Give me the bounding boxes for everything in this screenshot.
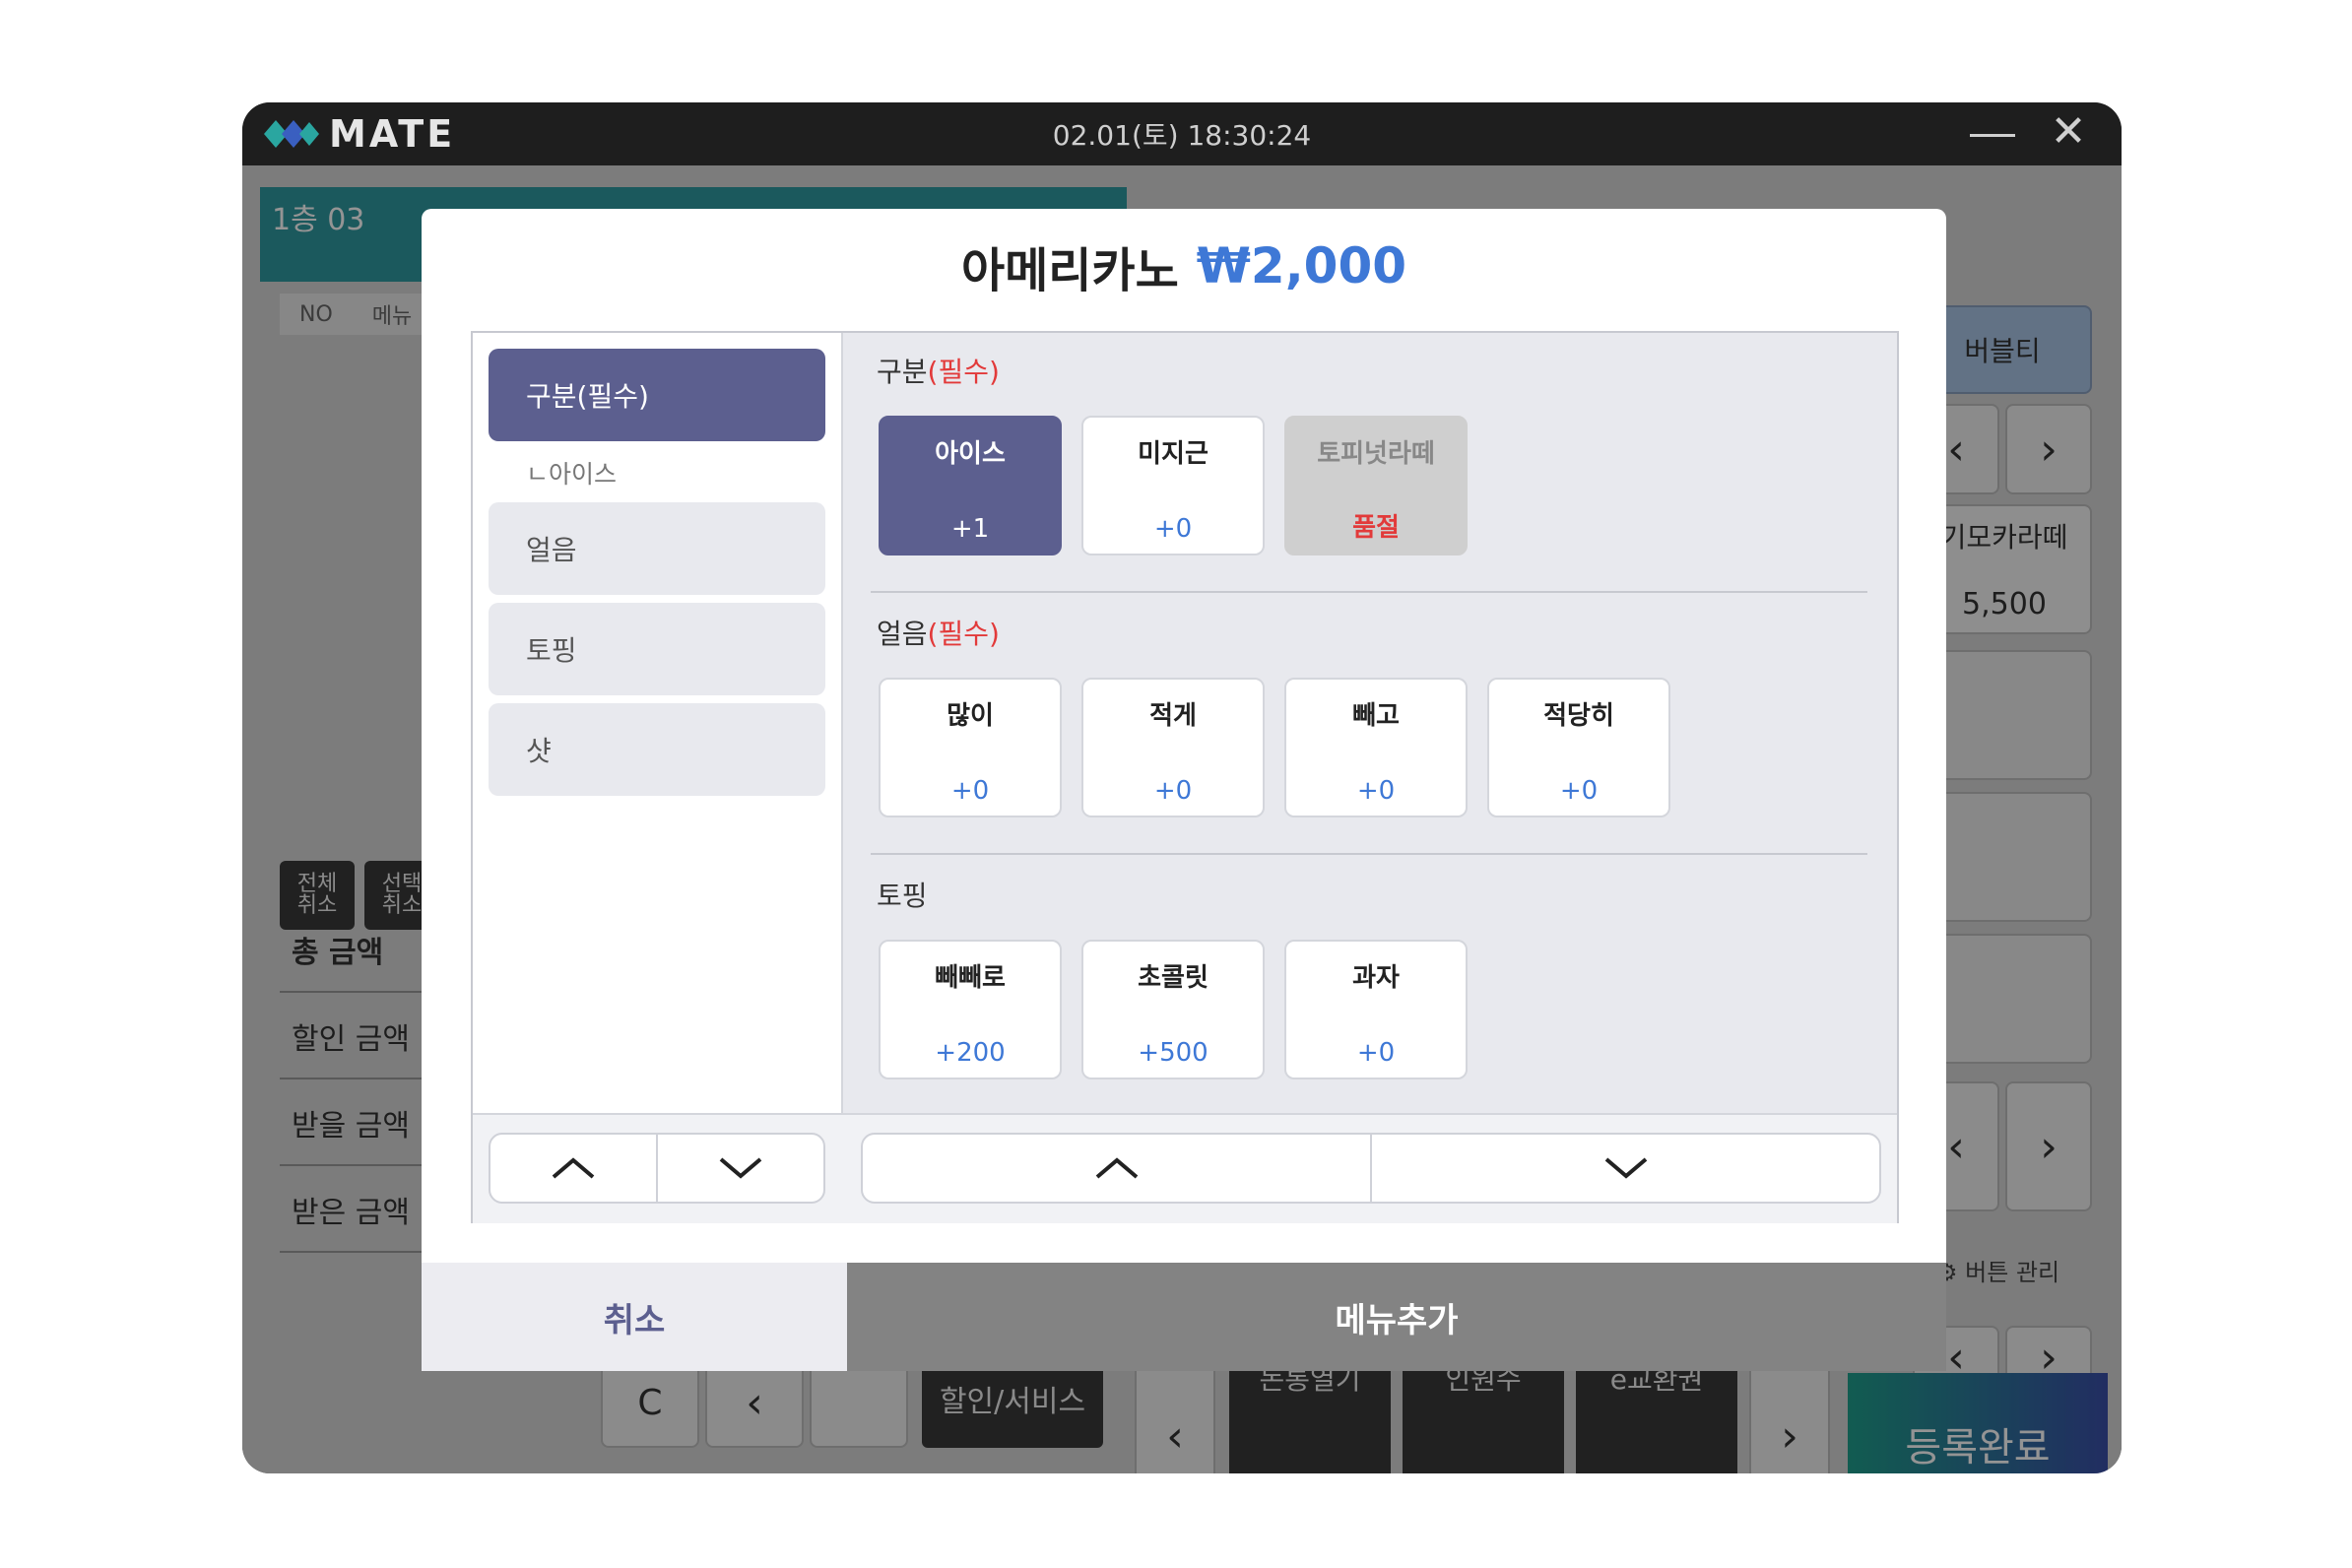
option-less[interactable]: 적게 +0 (1081, 678, 1265, 817)
modal-title: 아메리카노 ₩2,000 (422, 227, 1946, 305)
required-mark: (필수) (927, 356, 1000, 388)
category-sub-selection: ㄴ아이스 (526, 460, 618, 489)
minimize-button[interactable] (1970, 116, 2015, 152)
option-snack[interactable]: 과자 +0 (1284, 940, 1468, 1079)
soldout-badge: 품절 (1352, 513, 1400, 543)
category-item-type[interactable]: 구분(필수) (489, 349, 825, 441)
category-item-shot[interactable]: 샷 (489, 703, 825, 796)
option-scroll-up-button[interactable] (863, 1135, 1370, 1202)
menu-name: 아메리카노 (960, 243, 1179, 298)
option-name: 토피넛라떼 (1317, 439, 1435, 469)
option-scroll-controls (861, 1133, 1881, 1204)
option-price: +0 (950, 776, 990, 806)
title-bar: MATE 02.01(토) 18:30:24 ✕ (242, 102, 2122, 165)
option-name: 초콜릿 (1138, 963, 1209, 993)
option-scroll-down-button[interactable] (1370, 1135, 1879, 1202)
category-scroll-controls (489, 1133, 825, 1204)
chevron-down-icon (719, 1157, 762, 1179)
option-name: 적게 (1149, 701, 1197, 731)
option-none[interactable]: 빼고 +0 (1284, 678, 1468, 817)
option-moderate[interactable]: 적당히 +0 (1487, 678, 1670, 817)
option-price: +0 (1153, 514, 1193, 544)
menu-price: ₩2,000 (1196, 237, 1407, 294)
option-price: +1 (950, 514, 990, 544)
option-name: 많이 (947, 701, 994, 731)
option-name: 빼고 (1352, 701, 1400, 731)
option-area: 구분(필수) 아이스 +1 미지근 +0 토피넛라떼 품절 얼음(필수) 많이 … (843, 333, 1897, 1113)
option-ice[interactable]: 아이스 +1 (879, 416, 1062, 555)
chevron-up-icon (1095, 1157, 1138, 1179)
clock-display: 02.01(토) 18:30:24 (1052, 119, 1312, 152)
option-much[interactable]: 많이 +0 (879, 678, 1062, 817)
option-price: +0 (1153, 776, 1193, 806)
option-name: 적당히 (1543, 701, 1614, 731)
option-price: +0 (1356, 1038, 1396, 1068)
category-scroll-down-button[interactable] (656, 1135, 823, 1202)
chevron-down-icon (1604, 1157, 1647, 1179)
group-label-ice: 얼음(필수) (877, 613, 1000, 652)
group-type-title: 구분 (877, 356, 928, 388)
option-name: 미지근 (1138, 439, 1209, 469)
option-pepero[interactable]: 빼빼로 +200 (879, 940, 1062, 1079)
group-label-topping: 토핑 (877, 875, 928, 914)
category-scroll-up-button[interactable] (490, 1135, 656, 1202)
close-window-button[interactable]: ✕ (2047, 110, 2090, 154)
category-item-topping[interactable]: 토핑 (489, 603, 825, 695)
option-toffeenut-latte: 토피넛라떼 품절 (1284, 416, 1468, 555)
option-name: 아이스 (935, 439, 1006, 469)
option-price: +0 (1356, 776, 1396, 806)
group-topping-title: 토핑 (877, 880, 928, 912)
modal-body: 구분(필수) ㄴ아이스 얼음 토핑 샷 구분(필수) 아이스 +1 미지근 +0… (471, 331, 1899, 1223)
scroll-navigation (473, 1113, 1897, 1223)
option-name: 과자 (1352, 963, 1400, 993)
category-item-ice[interactable]: 얼음 (489, 502, 825, 595)
group-ice-title: 얼음 (877, 618, 928, 650)
option-chocolate[interactable]: 초콜릿 +500 (1081, 940, 1265, 1079)
group-label-type: 구분(필수) (877, 351, 1000, 390)
option-category-list: 구분(필수) ㄴ아이스 얼음 토핑 샷 (473, 333, 843, 1113)
option-lukewarm[interactable]: 미지근 +0 (1081, 416, 1265, 555)
option-modal: 아메리카노 ₩2,000 구분(필수) ㄴ아이스 얼음 토핑 샷 구분(필수) … (422, 209, 1946, 1371)
group-divider (871, 853, 1867, 855)
option-price: +500 (1138, 1038, 1209, 1068)
required-mark: (필수) (927, 618, 1000, 650)
option-name: 빼빼로 (935, 963, 1006, 993)
add-menu-button[interactable]: 메뉴추가 (847, 1263, 1946, 1371)
option-price: +0 (1559, 776, 1599, 806)
cancel-button[interactable]: 취소 (422, 1263, 847, 1371)
option-price: +200 (935, 1038, 1006, 1068)
group-divider (871, 591, 1867, 593)
chevron-up-icon (552, 1157, 595, 1179)
